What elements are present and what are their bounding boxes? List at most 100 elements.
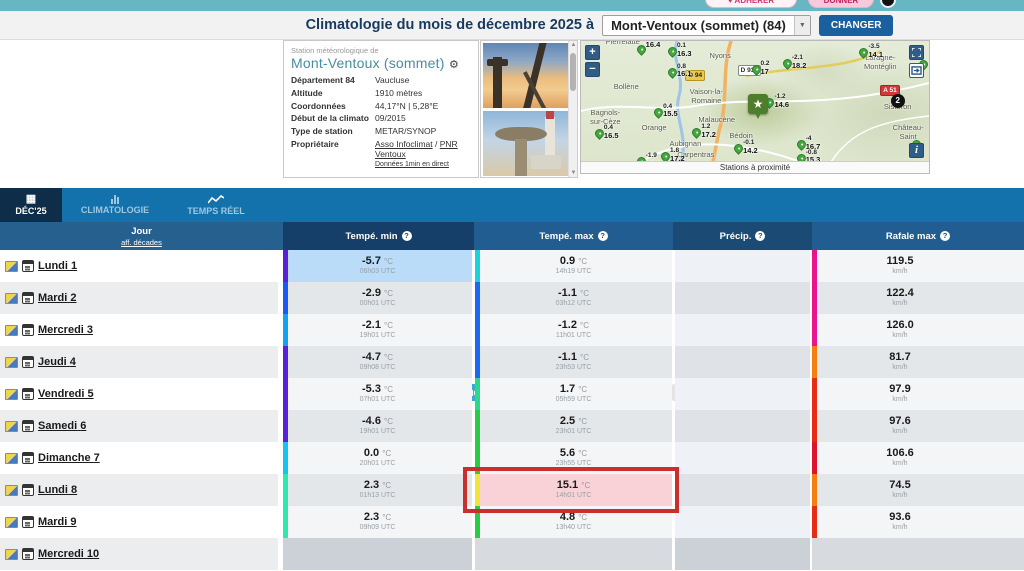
calendar-icon[interactable] [22, 324, 34, 336]
day-link[interactable]: Lundi 8 [38, 484, 77, 496]
day-link[interactable]: Jeudi 4 [38, 356, 76, 368]
temp-min-cell: -2.1 °C 19h01 UTC [283, 314, 472, 346]
photos-icon[interactable] [5, 261, 18, 272]
stations-map[interactable]: PierrelatteNyonsBollèneVaison-la- Romain… [581, 41, 929, 162]
info-label: Coordonnées [291, 102, 375, 112]
calendar-icon[interactable] [22, 516, 34, 528]
temp-max-cell: 1.7 °C 05h59 UTC [475, 378, 672, 410]
day-link[interactable]: Mardi 2 [38, 292, 77, 304]
temp-scale-bar [283, 346, 288, 378]
temp-max-cell: -1.2 °C 11h01 UTC [475, 314, 672, 346]
photos-icon[interactable] [5, 485, 18, 496]
info-value: Vaucluse [375, 76, 471, 86]
station-photo-summit[interactable] [483, 111, 568, 176]
help-icon[interactable]: ? [755, 231, 765, 241]
station-photo-sunset[interactable] [483, 43, 568, 108]
temp-min-cell: 2.3 °C 01h13 UTC [283, 474, 472, 506]
station-info-row: Début de la climato09/2015 [291, 114, 471, 124]
calendar-icon[interactable] [22, 484, 34, 496]
chevron-down-icon[interactable]: ▼ [794, 16, 810, 35]
current-station-star-marker[interactable]: ★ [748, 94, 768, 114]
page: ♥ ADHÉRER DONNER Climatologie du mois de… [0, 0, 1024, 571]
station-select[interactable]: Mont-Ventoux (sommet) (84) ▼ [602, 15, 811, 36]
town-label: Nyons [710, 51, 731, 60]
photos-icon[interactable] [5, 549, 18, 560]
owner-link-infoclimat[interactable]: Asso Infoclimat [375, 139, 433, 149]
photos-icon[interactable] [5, 421, 18, 432]
rafale-cell: 97.6 km/h [812, 410, 1024, 442]
photos-icon[interactable] [5, 517, 18, 528]
map-info-button[interactable]: i [909, 143, 924, 158]
day-link[interactable]: Mardi 9 [38, 516, 77, 528]
temp-scale-bar [475, 378, 480, 410]
decades-toggle-link[interactable]: aff. décades [121, 238, 162, 247]
marker-values: -0.114.2 [743, 140, 758, 155]
day-link[interactable]: Mercredi 10 [38, 548, 99, 560]
photos-icon[interactable] [5, 293, 18, 304]
temp-scale-bar [475, 442, 480, 474]
calendar-icon[interactable] [22, 292, 34, 304]
map-zoom-in-button[interactable]: + [585, 45, 600, 60]
station-card: Station météorologique de Mont-Ventoux (… [283, 40, 479, 178]
live-data-link[interactable]: Données 1min en direct [375, 161, 449, 169]
photos-icon[interactable] [5, 325, 18, 336]
precip-column-header: Précip.? [673, 222, 812, 250]
day-cell: Jeudi 4 [0, 346, 278, 378]
temp-scale-bar [475, 314, 480, 346]
gear-icon[interactable]: ⚙ [449, 59, 459, 71]
temp-scale-bar [283, 314, 288, 346]
day-link[interactable]: Vendredi 5 [38, 388, 94, 400]
map-recenter-button[interactable] [909, 63, 924, 78]
info-value: 09/2015 [375, 114, 471, 124]
page-header: Climatologie du mois de décembre 2025 à … [0, 11, 1024, 40]
map-zoom-out-button[interactable]: − [585, 62, 600, 77]
marker-values: 0.116.3 [677, 43, 692, 58]
temp-scale-bar [475, 474, 480, 506]
photos-icon[interactable] [5, 357, 18, 368]
info-value: 44,17°N | 5,28°E [375, 102, 471, 112]
wind-scale-bar [812, 346, 817, 378]
station-cluster-badge[interactable]: 2 [891, 94, 905, 108]
map-caption: Stations à proximité [581, 161, 929, 173]
donner-button[interactable]: DONNER [808, 0, 874, 8]
day-link[interactable]: Lundi 1 [38, 260, 77, 272]
temp-scale-bar [475, 346, 480, 378]
tmin-header-label: Tempé. min [345, 231, 397, 242]
adherer-button[interactable]: ♥ ADHÉRER [705, 0, 797, 8]
calendar-icon[interactable] [22, 388, 34, 400]
tab-bar: ▦ DÉC'25 CLIMATOLOGIE TEMPS RÉEL « NOVEM… [0, 188, 1024, 222]
scroll-up-icon[interactable]: ▲ [569, 42, 578, 48]
changer-button[interactable]: CHANGER [819, 15, 894, 36]
table-body: Lundi 1 -5.7 °C 06h03 UTC 0.9 °C 14h19 U… [0, 250, 1024, 570]
temp-min-cell: -2.9 °C 00h01 UTC [283, 282, 472, 314]
dark-mode-icon[interactable] [880, 0, 896, 8]
temp-max-cell: 0.9 °C 14h19 UTC [475, 250, 672, 282]
calendar-icon[interactable] [22, 420, 34, 432]
day-link[interactable]: Dimanche 7 [38, 452, 100, 464]
tab-temps-reel[interactable]: TEMPS RÉEL [168, 188, 264, 222]
photos-scrollbar[interactable]: ▲ ▼ [568, 41, 577, 177]
table-row: Dimanche 7 0.0 °C 20h01 UTC 5.6 °C 23h55… [0, 442, 1024, 474]
calendar-icon[interactable] [22, 548, 34, 560]
plus-icon: + [589, 46, 595, 58]
scroll-down-icon[interactable]: ▼ [569, 170, 578, 176]
calendar-icon[interactable] [22, 356, 34, 368]
temp-min-cell: -5.7 °C 06h03 UTC [283, 250, 472, 282]
photos-icon[interactable] [5, 453, 18, 464]
help-icon[interactable]: ? [402, 231, 412, 241]
help-icon[interactable]: ? [940, 231, 950, 241]
tab-dec25[interactable]: ▦ DÉC'25 [0, 188, 62, 222]
scroll-thumb[interactable] [570, 53, 576, 91]
calendar-icon[interactable] [22, 260, 34, 272]
calendar-icon[interactable] [22, 452, 34, 464]
table-row: Jeudi 4 -4.7 °C 09h08 UTC -1.1 °C 23h53 … [0, 346, 1024, 378]
rafale-cell: 106.6 km/h [812, 442, 1024, 474]
precip-cell [675, 282, 810, 314]
photos-icon[interactable] [5, 389, 18, 400]
day-link[interactable]: Samedi 6 [38, 420, 86, 432]
map-fullscreen-button[interactable] [909, 45, 924, 60]
help-icon[interactable]: ? [598, 231, 608, 241]
day-link[interactable]: Mercredi 3 [38, 324, 93, 336]
temp-max-cell: 2.5 °C 23h01 UTC [475, 410, 672, 442]
tab-climatologie[interactable]: CLIMATOLOGIE [62, 188, 168, 222]
